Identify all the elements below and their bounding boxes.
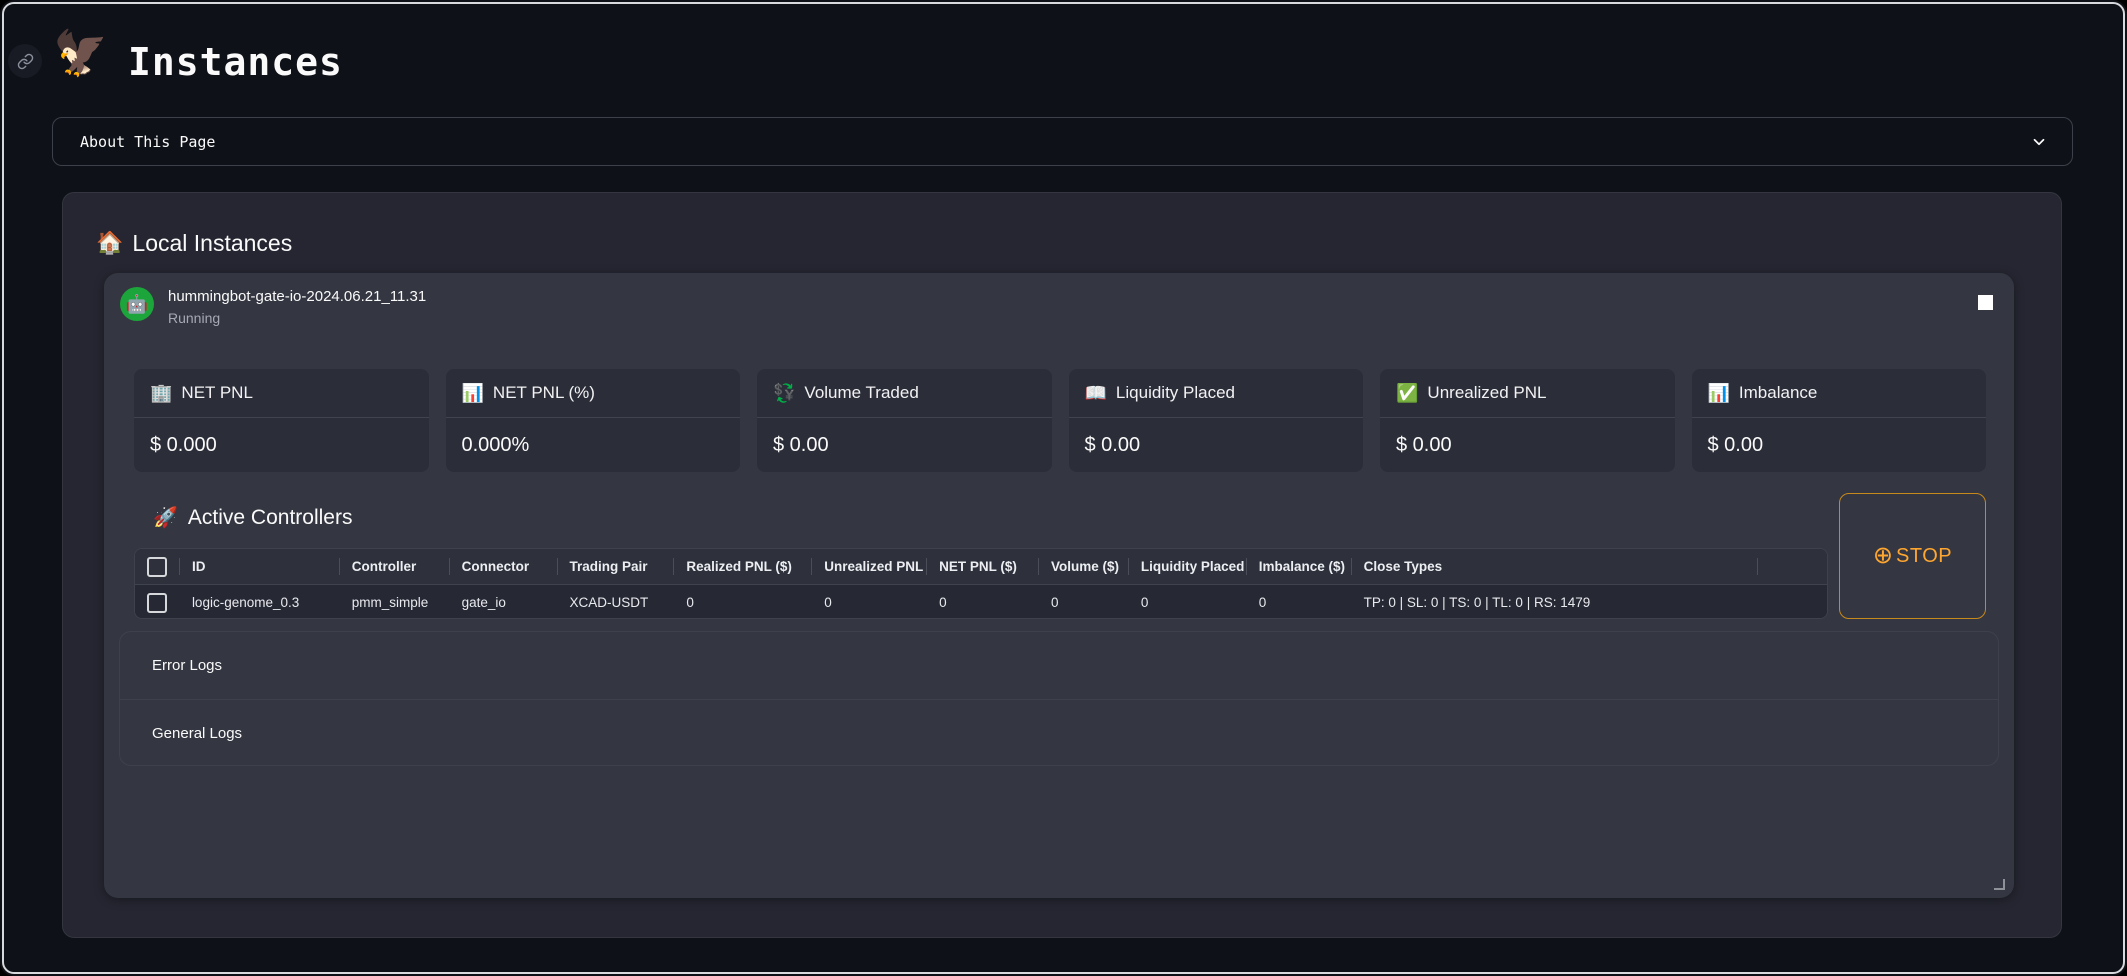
- metric-label: Unrealized PNL: [1427, 383, 1546, 403]
- instance-card: 🤖 hummingbot-gate-io-2024.06.21_11.31 Ru…: [104, 273, 2014, 898]
- cell-realized-pnl: 0: [673, 585, 811, 619]
- metric-card-liquidity-placed: 📖 Liquidity Placed $ 0.00: [1069, 369, 1364, 472]
- col-header-controller: Controller: [339, 549, 449, 584]
- bar-chart-icon: 📊: [1708, 383, 1730, 404]
- office-building-icon: 🏢: [150, 383, 172, 404]
- section-header: 🏠 Local Instances: [96, 229, 292, 257]
- metric-value: $ 0.00: [1380, 418, 1675, 472]
- resize-handle[interactable]: [1994, 879, 2005, 890]
- cell-empty: [1757, 585, 1827, 619]
- cell-volume: 0: [1038, 585, 1128, 619]
- section-title: Local Instances: [132, 230, 292, 257]
- cell-unrealized-pnl: 0: [811, 585, 926, 619]
- eagle-logo-icon: 🦅: [53, 24, 108, 84]
- stop-button[interactable]: ⊕ STOP: [1839, 493, 1986, 619]
- col-header-id: ID: [179, 549, 339, 584]
- col-header-empty: [1757, 549, 1827, 584]
- anchor-link-button[interactable]: [8, 44, 42, 78]
- cell-imbalance: 0: [1246, 585, 1351, 619]
- instance-select-checkbox[interactable]: [1978, 295, 1993, 310]
- open-book-icon: 📖: [1085, 383, 1107, 404]
- metric-label: Liquidity Placed: [1116, 383, 1235, 403]
- metric-card-net-pnl-pct: 📊 NET PNL (%) 0.000%: [446, 369, 741, 472]
- bar-chart-icon: 📊: [462, 383, 484, 404]
- cell-controller: pmm_simple: [339, 585, 449, 619]
- metric-label: NET PNL: [181, 383, 253, 403]
- controllers-title: Active Controllers: [188, 506, 353, 530]
- col-header-realized-pnl: Realized PNL ($): [673, 549, 811, 584]
- chevron-down-icon: [2030, 133, 2048, 151]
- about-expander-label: About This Page: [80, 133, 215, 151]
- local-instances-section: 🏠 Local Instances 🤖 hummingbot-gate-io-2…: [62, 192, 2062, 938]
- table-header-checkbox-cell: [135, 549, 179, 584]
- cell-connector: gate_io: [449, 585, 557, 619]
- col-header-volume: Volume ($): [1038, 549, 1128, 584]
- general-logs-label: General Logs: [152, 725, 242, 742]
- circled-plus-icon: ⊕: [1873, 544, 1893, 568]
- table-row: logic-genome_0.3 pmm_simple gate_io XCAD…: [135, 585, 1827, 619]
- stop-button-label: STOP: [1896, 545, 1952, 568]
- currency-exchange-icon: 💱: [773, 383, 795, 404]
- metric-value: $ 0.00: [1069, 418, 1364, 472]
- metric-value: $ 0.00: [757, 418, 1052, 472]
- bot-avatar: 🤖: [120, 287, 154, 321]
- select-all-checkbox[interactable]: [147, 557, 167, 577]
- error-logs-expander[interactable]: Error Logs: [120, 632, 1998, 699]
- metric-card-imbalance: 📊 Imbalance $ 0.00: [1692, 369, 1987, 472]
- col-header-imbalance: Imbalance ($): [1246, 549, 1351, 584]
- house-icon: 🏠: [96, 229, 123, 257]
- metric-value: $ 0.00: [1692, 418, 1987, 472]
- controllers-header: 🚀 Active Controllers: [153, 505, 352, 530]
- col-header-trading-pair: Trading Pair: [557, 549, 674, 584]
- instance-status: Running: [168, 310, 220, 326]
- cell-liquidity-placed: 0: [1128, 585, 1246, 619]
- logs-panel: Error Logs General Logs: [119, 631, 1999, 766]
- cell-close-types: TP: 0 | SL: 0 | TS: 0 | TL: 0 | RS: 1479: [1351, 585, 1757, 619]
- check-mark-icon: ✅: [1396, 383, 1418, 404]
- metric-label: Imbalance: [1739, 383, 1817, 403]
- about-this-page-expander[interactable]: About This Page: [52, 117, 2073, 166]
- controllers-table: ID Controller Connector Trading Pair Rea…: [134, 548, 1828, 619]
- metric-card-volume-traded: 💱 Volume Traded $ 0.00: [757, 369, 1052, 472]
- cell-id: logic-genome_0.3: [179, 585, 339, 619]
- link-icon: [17, 53, 34, 70]
- general-logs-expander[interactable]: General Logs: [120, 699, 1998, 766]
- metric-card-unrealized-pnl: ✅ Unrealized PNL $ 0.00: [1380, 369, 1675, 472]
- col-header-liquidity-placed: Liquidity Placed ($): [1128, 549, 1246, 584]
- robot-icon: 🤖: [126, 294, 148, 315]
- metrics-row: 🏢 NET PNL $ 0.000 📊 NET PNL (%) 0.000%: [134, 369, 1986, 472]
- row-checkbox[interactable]: [147, 593, 167, 613]
- table-header-row: ID Controller Connector Trading Pair Rea…: [135, 549, 1827, 585]
- metric-value: 0.000%: [446, 418, 741, 472]
- row-checkbox-cell: [135, 585, 179, 619]
- col-header-connector: Connector: [449, 549, 557, 584]
- error-logs-label: Error Logs: [152, 657, 222, 674]
- col-header-close-types: Close Types: [1351, 549, 1757, 584]
- cell-net-pnl: 0: [926, 585, 1038, 619]
- col-header-unrealized-pnl: Unrealized PNL ($): [811, 549, 926, 584]
- page-title: Instances: [128, 40, 343, 84]
- instance-name: hummingbot-gate-io-2024.06.21_11.31: [168, 288, 426, 305]
- metric-value: $ 0.000: [134, 418, 429, 472]
- cell-trading-pair: XCAD-USDT: [557, 585, 674, 619]
- metric-card-net-pnl: 🏢 NET PNL $ 0.000: [134, 369, 429, 472]
- col-header-net-pnl: NET PNL ($): [926, 549, 1038, 584]
- rocket-icon: 🚀: [153, 505, 178, 530]
- metric-label: NET PNL (%): [493, 383, 595, 403]
- app-window: 🦅 Instances About This Page 🏠 Local Inst…: [0, 0, 2127, 976]
- metric-label: Volume Traded: [804, 383, 918, 403]
